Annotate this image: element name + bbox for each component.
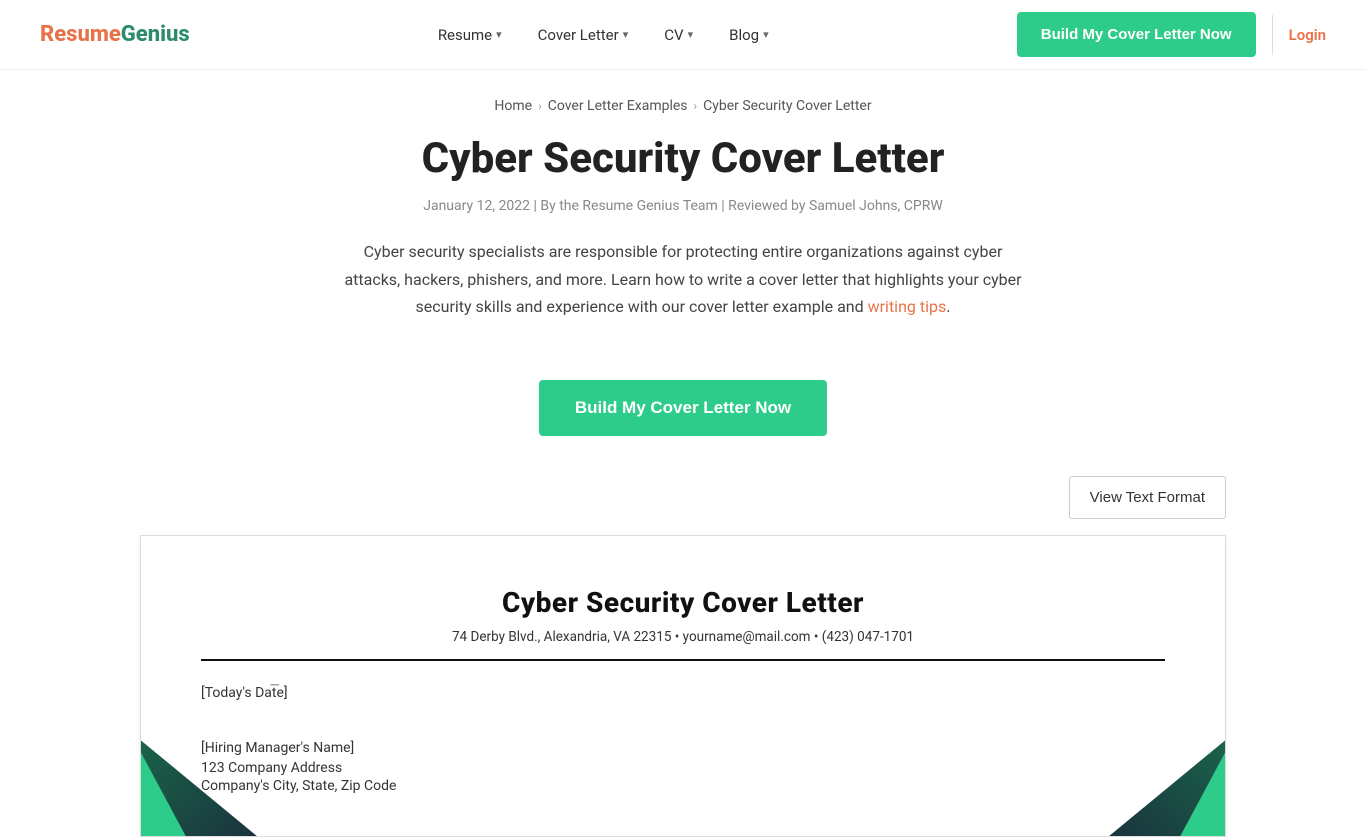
header-right: Build My Cover Letter Now Login	[1017, 12, 1326, 57]
site-header: ResumeGenius Resume ▾ Cover Letter ▾ CV …	[0, 0, 1366, 70]
doc-title: Cyber Security Cover Letter	[201, 586, 1165, 619]
breadcrumb-separator-1: ›	[538, 99, 542, 113]
doc-hiring-manager: [Hiring Manager's Name]	[201, 740, 1165, 756]
doc-contact: 74 Derby Blvd., Alexandria, VA 22315 • y…	[201, 629, 1165, 645]
main-content: Home › Cover Letter Examples › Cyber Sec…	[0, 70, 1366, 837]
nav-label-blog: Blog	[729, 26, 759, 44]
description-text-after: .	[946, 297, 950, 316]
nav-label-cv: CV	[664, 26, 683, 44]
breadcrumb-current: Cyber Security Cover Letter	[703, 98, 871, 114]
view-text-format-button[interactable]: View Text Format	[1069, 476, 1226, 519]
chevron-down-icon: ▾	[688, 28, 694, 41]
nav-label-resume: Resume	[438, 26, 492, 44]
logo-resume: Resume	[40, 22, 121, 47]
writing-tips-link[interactable]: writing tips	[868, 297, 947, 316]
nav-item-blog[interactable]: Blog ▾	[715, 18, 783, 52]
nav-item-cover-letter[interactable]: Cover Letter ▾	[524, 18, 643, 52]
build-cover-letter-header-button[interactable]: Build My Cover Letter Now	[1017, 12, 1256, 57]
chevron-down-icon: ▾	[623, 28, 629, 41]
breadcrumb-home[interactable]: Home	[494, 98, 532, 114]
page-title: Cyber Security Cover Letter	[200, 134, 1166, 184]
chevron-down-icon: ▾	[763, 28, 769, 41]
nav-item-resume[interactable]: Resume ▾	[424, 18, 516, 52]
login-link[interactable]: Login	[1289, 26, 1326, 44]
preview-section: View Text Format – Cyber Security Cover …	[0, 476, 1366, 837]
corner-decoration-left	[141, 636, 281, 836]
site-logo[interactable]: ResumeGenius	[40, 22, 190, 47]
doc-divider	[201, 659, 1165, 661]
article-meta: January 12, 2022 | By the Resume Genius …	[200, 198, 1166, 214]
chevron-down-icon: ▾	[496, 28, 502, 41]
breadcrumb-examples[interactable]: Cover Letter Examples	[548, 98, 688, 114]
cta-section: Build My Cover Letter Now	[0, 380, 1366, 436]
corner-decoration-right	[1085, 636, 1225, 836]
breadcrumb: Home › Cover Letter Examples › Cyber Sec…	[0, 70, 1366, 134]
article-description: Cyber security specialists are responsib…	[343, 238, 1023, 320]
nav-label-cover-letter: Cover Letter	[538, 26, 619, 44]
doc-company-city: Company's City, State, Zip Code	[201, 778, 1165, 794]
breadcrumb-separator-2: ›	[694, 99, 698, 113]
article-header: Cyber Security Cover Letter January 12, …	[0, 134, 1366, 380]
doc-date: [Today's Date]	[201, 685, 1165, 701]
header-divider	[1272, 15, 1273, 55]
main-nav: Resume ▾ Cover Letter ▾ CV ▾ Blog ▾	[424, 18, 783, 52]
nav-item-cv[interactable]: CV ▾	[650, 18, 707, 52]
cover-letter-document: – Cyber Security Cover Letter 74 Derby B…	[140, 535, 1226, 837]
build-cover-letter-main-button[interactable]: Build My Cover Letter Now	[539, 380, 827, 436]
logo-genius: Genius	[121, 22, 190, 47]
